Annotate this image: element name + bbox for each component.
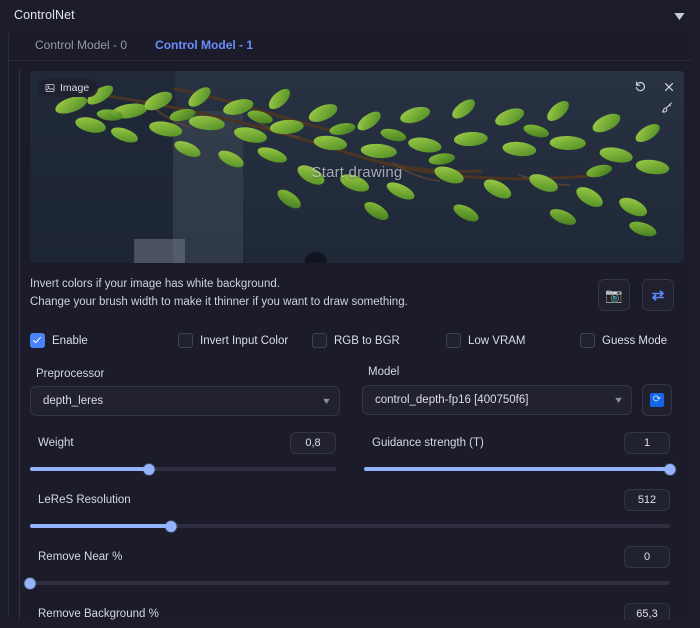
checkbox-rgb-to-bgr[interactable]: RGB to BGR <box>312 333 446 348</box>
slider-remove-background-value[interactable]: 65,3 <box>624 603 670 620</box>
preprocessor-group: Preprocessor depth_leres ▾ <box>30 368 340 416</box>
refresh-icon: ⟳ <box>650 393 664 407</box>
slider-leres-resolution-label: LeReS Resolution <box>38 494 131 506</box>
checkbox-enable-label: Enable <box>52 334 88 347</box>
hint-text: Invert colors if your image has white ba… <box>30 275 408 311</box>
slider-remove-near-thumb[interactable] <box>24 577 36 589</box>
page-title: ControlNet <box>14 8 75 22</box>
checkbox-invert-input-color[interactable]: Invert Input Color <box>178 333 312 348</box>
slider-guidance-strength: Guidance strength (T) 1 <box>364 432 676 475</box>
model-selection-row: Preprocessor depth_leres ▾ Model control… <box>30 366 684 416</box>
checkbox-rgb-to-bgr-label: RGB to BGR <box>334 334 400 347</box>
controlnet-panel: Control Model - 0 Control Model - 1 Star… <box>8 30 692 620</box>
brush-icon[interactable] <box>660 100 675 115</box>
image-tools <box>633 79 676 115</box>
tab-bar: Control Model - 0 Control Model - 1 <box>9 30 692 61</box>
swap-button[interactable]: ⇄ <box>642 279 674 311</box>
checkbox-low-vram-box[interactable] <box>446 333 461 348</box>
checkbox-guess-mode-label: Guess Mode <box>602 334 668 347</box>
checkbox-invert-input-color-box[interactable] <box>178 333 193 348</box>
tab-content: Start drawing Image Invert colors if you… <box>9 61 692 620</box>
slider-leres-resolution: LeReS Resolution 512 <box>30 489 684 532</box>
slider-guidance-strength-thumb[interactable] <box>664 463 676 475</box>
checkbox-guess-mode[interactable]: Guess Mode <box>580 333 667 348</box>
slider-weight-thumb[interactable] <box>143 463 155 475</box>
hint-line-1: Invert colors if your image has white ba… <box>30 278 280 290</box>
preprocessor-label: Preprocessor <box>36 368 105 380</box>
checkbox-invert-input-color-label: Invert Input Color <box>200 334 289 347</box>
checkbox-low-vram-label: Low VRAM <box>468 334 526 347</box>
chevron-down-icon: ▾ <box>323 395 330 407</box>
preprocessor-value: depth_leres <box>43 395 104 407</box>
slider-leres-resolution-thumb[interactable] <box>165 520 177 532</box>
swap-icon: ⇄ <box>651 286 665 304</box>
image-drop-area[interactable]: Start drawing Image <box>30 71 684 263</box>
slider-leres-resolution-value[interactable]: 512 <box>624 489 670 511</box>
slider-row-top: Weight 0,8 Guidance strength (T) 1 <box>30 432 684 475</box>
image-badge-label: Image <box>60 82 90 94</box>
image-badge: Image <box>38 79 99 97</box>
slider-remove-near-value[interactable]: 0 <box>624 546 670 568</box>
options-row: Enable Invert Input Color RGB to BGR Low… <box>30 333 684 348</box>
model-label: Model <box>368 366 400 378</box>
refresh-models-button[interactable]: ⟳ <box>642 384 672 416</box>
accordion-header[interactable]: ControlNet ▼ <box>0 0 700 30</box>
hint-line-2: Change your brush width to make it thinn… <box>30 296 408 308</box>
hint-section: Invert colors if your image has white ba… <box>30 275 684 311</box>
tab-control-model-1[interactable]: Control Model - 1 <box>141 38 267 60</box>
slider-leres-resolution-track[interactable] <box>30 520 670 532</box>
controlnet-window: ControlNet ▼ Control Model - 0 Control M… <box>0 0 700 628</box>
model-value: control_depth-fp16 [400750f6] <box>375 394 529 406</box>
picture-icon <box>45 83 55 93</box>
slider-guidance-strength-label: Guidance strength (T) <box>372 437 484 449</box>
slider-remove-near-track[interactable] <box>24 577 670 589</box>
slider-remove-background-label: Remove Background % <box>38 608 159 620</box>
slider-guidance-strength-track[interactable] <box>364 463 676 475</box>
checkbox-enable-box[interactable] <box>30 333 45 348</box>
camera-button[interactable]: 📷 <box>598 279 630 311</box>
slider-weight-label: Weight <box>38 437 74 449</box>
slider-weight-value[interactable]: 0,8 <box>290 432 336 454</box>
chevron-down-icon: ▾ <box>615 394 622 406</box>
checkbox-rgb-to-bgr-box[interactable] <box>312 333 327 348</box>
slider-remove-background: Remove Background % 65,3 <box>30 603 684 620</box>
checkbox-low-vram[interactable]: Low VRAM <box>446 333 580 348</box>
slider-weight: Weight 0,8 <box>30 432 336 475</box>
preprocessor-dropdown[interactable]: depth_leres ▾ <box>30 386 340 416</box>
checkbox-enable[interactable]: Enable <box>30 333 178 348</box>
tab-control-model-0[interactable]: Control Model - 0 <box>21 38 141 60</box>
model-dropdown[interactable]: control_depth-fp16 [400750f6] ▾ <box>362 385 632 415</box>
camera-icon: 📷 <box>605 286 623 303</box>
model-group: Model control_depth-fp16 [400750f6] ▾ ⟳ <box>362 366 672 416</box>
slider-remove-near-label: Remove Near % <box>38 551 123 563</box>
slider-weight-track[interactable] <box>30 463 336 475</box>
slider-guidance-strength-value[interactable]: 1 <box>624 432 670 454</box>
chevron-down-icon[interactable]: ▼ <box>671 9 688 21</box>
undo-icon[interactable] <box>633 79 648 94</box>
checkbox-guess-mode-box[interactable] <box>580 333 595 348</box>
uploaded-image <box>30 71 684 263</box>
close-icon[interactable] <box>661 79 676 94</box>
slider-remove-near: Remove Near % 0 <box>24 546 684 589</box>
